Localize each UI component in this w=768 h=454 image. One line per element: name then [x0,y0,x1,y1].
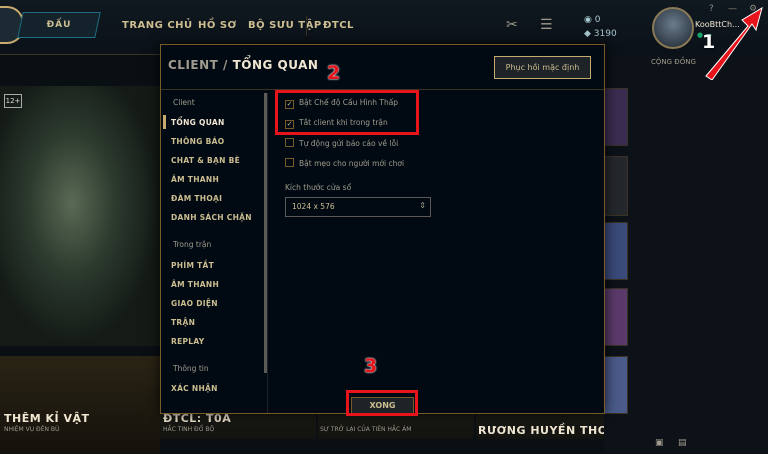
featured-splash-art [0,86,160,346]
chat-icon[interactable]: ▣ [655,438,664,448]
store-thumb[interactable] [604,222,628,280]
avatar[interactable] [652,7,694,49]
sidebar-item-chat-friends[interactable]: CHAT & BẠN BÈ [171,156,240,165]
nav-profile[interactable]: HỒ SƠ [198,20,237,31]
be-balance[interactable]: ◆ 3190 [584,29,617,39]
nav-divider [306,16,307,36]
option-newbie-tips[interactable]: Bật mẹo cho người mới chơi [285,158,404,168]
annotation-number-2: 2 [327,62,341,84]
store-thumb[interactable] [604,356,628,414]
option-auto-bug-report[interactable]: Tự động gửi báo cáo về lỗi [285,138,398,148]
social-panel [604,54,768,454]
sidebar-header-info: Thông tin [173,364,209,373]
sidebar-item-overview[interactable]: TỔNG QUAN [171,118,225,127]
store-thumb[interactable] [604,156,628,216]
content-divider [267,93,268,413]
annotation-box-step2 [275,90,419,135]
modal-title: CLIENT / TỔNG QUAN [168,58,319,72]
sidebar-header-ingame: Trong trận [173,240,212,249]
checkbox-icon[interactable] [285,138,294,147]
promo-subtitle: HẮC TINH ĐỔ BỘ [163,426,215,433]
sidebar-item-interface[interactable]: GIAO DIỆN [171,299,218,308]
store-thumb[interactable] [604,88,628,146]
rp-balance[interactable]: ◉ 0 [584,15,600,25]
promo-title: RƯƠNG HUYỀN THOẠI [478,424,622,437]
loot-icon[interactable]: ☰ [540,17,553,33]
sidebar-item-game[interactable]: TRẬN [171,318,195,327]
annotation-number-3: 3 [364,355,378,377]
sidebar-item-sound[interactable]: ÂM THANH [171,175,219,184]
promo-title: THÊM KỈ VẬT [4,412,90,425]
sidebar-item-block-list[interactable]: DANH SÁCH CHẶN [171,213,252,222]
missions-icon[interactable]: ✂ [506,17,518,33]
sidebar-item-hotkeys[interactable]: PHÍM TẮT [171,261,214,270]
window-size-label: Kích thước cửa sổ [285,183,352,192]
sidebar-header-client: Client [173,98,195,107]
restore-defaults-button[interactable]: Phục hồi mặc định [494,56,591,79]
sidebar-item-voice[interactable]: ĐÀM THOẠI [171,194,222,203]
promo-subtitle: SỰ TRỞ LẠI CỦA TIÊN HẮC ÁM [320,426,412,433]
nav-collection[interactable]: BỘ SƯU TẬP [248,20,322,31]
promo-tile[interactable] [0,356,160,454]
checkbox-icon[interactable] [285,158,294,167]
promo-subtitle: NHIỆM VỤ ĐÊN BÙ [4,426,60,433]
select-arrows-icon: ⇕ [419,201,426,210]
annotation-arrow-icon [705,6,763,80]
store-thumb[interactable] [604,288,628,346]
nav-tft[interactable]: ĐTCL [323,20,354,31]
age-rating-badge: 12+ [4,94,22,108]
social-tab[interactable]: CỘNG ĐỒNG [651,58,696,66]
nav-home[interactable]: TRANG CHỦ [122,20,193,31]
friends-icon[interactable]: ▤ [678,438,687,448]
sidebar-item-ingame-sound[interactable]: ÂM THANH [171,280,219,289]
sidebar-item-replay[interactable]: REPLAY [171,337,205,346]
annotation-box-step3 [346,390,418,416]
sidebar-item-notifications[interactable]: THÔNG BÁO [171,137,224,146]
play-button[interactable]: ĐẤU [17,12,101,38]
window-size-select[interactable]: 1024 x 576 ⇕ [285,197,431,217]
sidebar-item-verify[interactable]: XÁC NHẬN [171,384,218,393]
active-indicator [163,115,166,129]
